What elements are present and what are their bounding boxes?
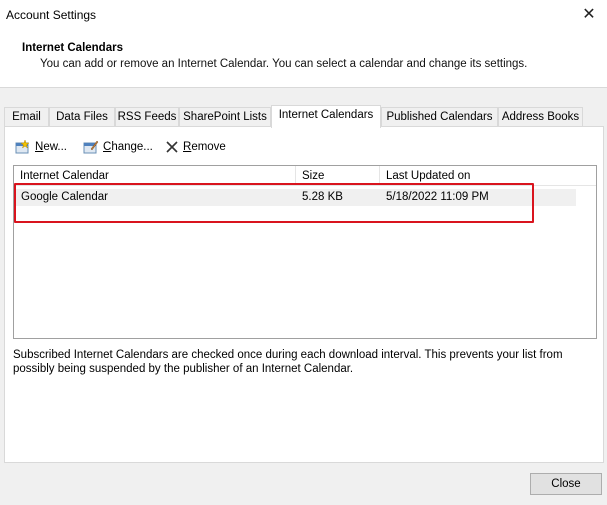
column-header-size[interactable]: Size [296, 166, 380, 186]
column-header-last-updated[interactable]: Last Updated on [380, 166, 596, 186]
tab-published-calendars[interactable]: Published Calendars [381, 107, 498, 127]
title-bar: Account Settings ✕ [0, 0, 607, 30]
section-title: Internet Calendars [22, 42, 123, 54]
change-button[interactable]: Change... [83, 137, 153, 157]
remove-button[interactable]: Remove [165, 137, 226, 157]
toolbar: New... Change... Remove [15, 137, 415, 157]
tab-sharepoint-lists[interactable]: SharePoint Lists [179, 107, 271, 127]
new-calendar-icon [15, 139, 30, 154]
calendar-list[interactable]: Internet Calendar Size Last Updated on G… [13, 165, 597, 339]
tab-address-books[interactable]: Address Books [498, 107, 583, 127]
change-calendar-icon [83, 140, 99, 154]
list-header: Internet Calendar Size Last Updated on [14, 166, 596, 186]
window-title: Account Settings [6, 8, 97, 22]
calendar-size: 5.28 KB [302, 191, 343, 203]
tab-email[interactable]: Email [4, 107, 49, 127]
close-icon[interactable]: ✕ [578, 5, 600, 25]
info-text: Subscribed Internet Calendars are checke… [13, 349, 563, 375]
calendar-name: Google Calendar [21, 191, 108, 203]
list-item[interactable]: Google Calendar 5.28 KB 5/18/2022 11:09 … [15, 189, 576, 206]
tab-internet-calendars[interactable]: Internet Calendars [271, 105, 381, 128]
column-header-internet-calendar[interactable]: Internet Calendar [14, 166, 296, 186]
tab-strip: Email Data Files RSS Feeds SharePoint Li… [4, 105, 604, 128]
tab-panel: New... Change... Remove Internet Calenda… [4, 126, 604, 463]
change-button-label: Change... [103, 141, 153, 153]
close-button[interactable]: Close [530, 473, 602, 495]
new-button[interactable]: New... [15, 137, 67, 157]
account-settings-window: Account Settings ✕ Internet Calendars Yo… [0, 0, 607, 505]
calendar-last-updated: 5/18/2022 11:09 PM [386, 191, 489, 203]
tab-data-files[interactable]: Data Files [49, 107, 115, 127]
tab-rss-feeds[interactable]: RSS Feeds [115, 107, 179, 127]
remove-button-label: Remove [183, 141, 226, 153]
remove-x-icon [166, 141, 178, 153]
section-description: You can add or remove an Internet Calend… [40, 58, 528, 70]
new-button-label: New... [35, 141, 67, 153]
header-band: Internet Calendars You can add or remove… [0, 30, 607, 88]
